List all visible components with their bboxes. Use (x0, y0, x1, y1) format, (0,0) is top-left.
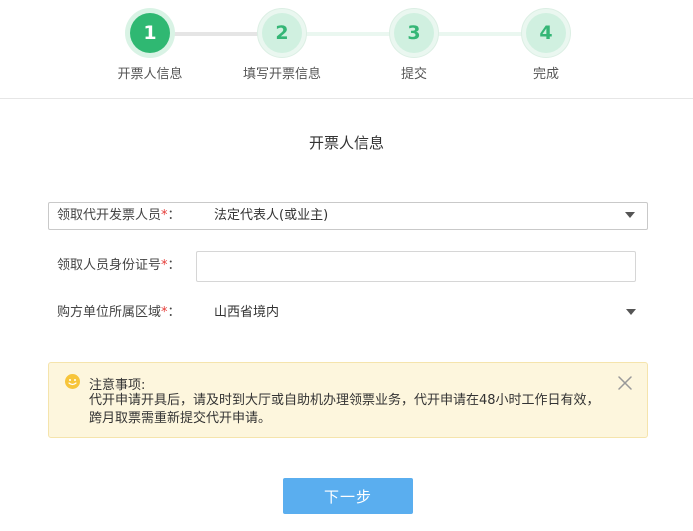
step-4: 4 完成 (496, 8, 596, 82)
buyer-region-label: 购方单位所属区域*： (57, 305, 181, 320)
step-number: 2 (262, 13, 302, 53)
notice-title: 注意事项: (89, 378, 146, 393)
id-number-input[interactable] (196, 251, 636, 282)
notice-body: 代开申请开具后，请及时到大厅或自助机办理领票业务，代开申请在48小时工作日有效，… (89, 393, 600, 426)
smile-icon (65, 374, 80, 389)
step-number: 4 (526, 13, 566, 53)
id-number-row: 领取人员身份证号*： (48, 251, 648, 282)
progress-stepper: 1 开票人信息 2 填写开票信息 3 提交 4 完成 (0, 0, 693, 99)
step-number: 3 (394, 13, 434, 53)
next-step-button[interactable]: 下一步 (283, 478, 413, 514)
buyer-region-value: 山西省境内 (214, 305, 280, 320)
step-1: 1 开票人信息 (100, 8, 200, 82)
collector-value: 法定代表人(或业主) (214, 208, 329, 223)
step-label: 填写开票信息 (242, 67, 321, 82)
close-icon[interactable] (617, 375, 633, 391)
step-2: 2 填写开票信息 (232, 8, 332, 82)
step-label: 完成 (532, 67, 559, 82)
step-number: 1 (130, 13, 170, 53)
step-3: 3 提交 (364, 8, 464, 82)
collector-select[interactable]: 领取代开发票人员*： 法定代表人(或业主) (48, 202, 648, 230)
caret-down-icon[interactable] (626, 309, 636, 315)
step-label: 提交 (400, 67, 427, 82)
step-label: 开票人信息 (117, 67, 183, 82)
id-number-label: 领取人员身份证号*： (57, 258, 181, 273)
form-title: 开票人信息 (308, 134, 384, 152)
notice-alert: 注意事项: 代开申请开具后，请及时到大厅或自助机办理领票业务，代开申请在48小时… (48, 362, 648, 438)
caret-down-icon[interactable] (625, 212, 635, 218)
collector-label: 领取代开发票人员*： (57, 208, 181, 223)
buyer-region-select[interactable]: 购方单位所属区域*： 山西省境内 (48, 299, 648, 327)
